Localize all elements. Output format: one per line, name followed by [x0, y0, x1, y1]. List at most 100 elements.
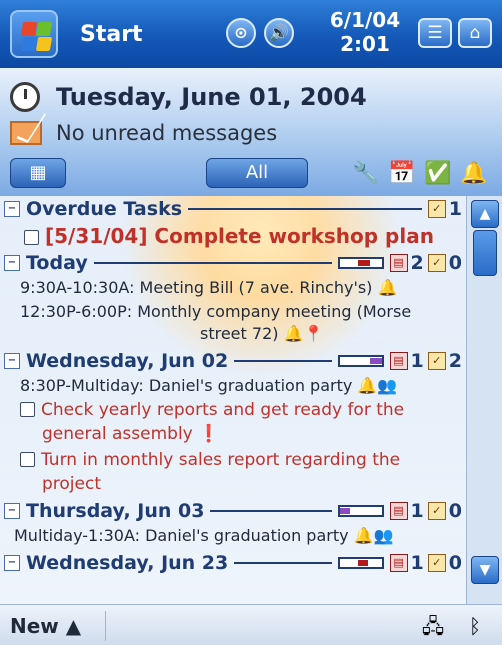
task-icon: ✓	[427, 200, 446, 218]
group-title: Wednesday, Jun 23	[26, 552, 229, 574]
attendees-icon: 👥	[373, 526, 394, 545]
group-title: Wednesday, Jun 02	[26, 350, 229, 372]
appointment-text: 8:30P-Multiday: Daniel's graduation part…	[20, 376, 353, 395]
task-text: Check yearly reports and get ready for t…	[41, 400, 405, 420]
task-icon: ✓	[427, 554, 446, 572]
task-count: 2	[448, 350, 462, 372]
list-view-icon[interactable]: ☰	[418, 18, 452, 48]
date-row[interactable]: Tuesday, June 01, 2004	[10, 80, 367, 114]
scroll-thumb[interactable]	[473, 230, 497, 276]
group-overdue-tasks[interactable]: − Overdue Tasks ✓ 1	[0, 198, 466, 220]
collapse-icon[interactable]: −	[4, 555, 20, 571]
messages-row[interactable]: No unread messages	[10, 116, 277, 150]
connectivity-icon[interactable]: ⊙	[226, 18, 256, 48]
task-text: project	[42, 474, 102, 494]
busy-bar	[337, 505, 384, 517]
appointment-item[interactable]: Multiday-1:30A: Daniel's graduation part…	[0, 526, 466, 545]
busy-bar	[337, 355, 384, 367]
appointment-item[interactable]: 8:30P-Multiday: Daniel's graduation part…	[0, 376, 466, 395]
busy-bar	[337, 257, 384, 269]
task-count: 1	[448, 198, 462, 220]
overdue-task-item[interactable]: [5/31/04] Complete workshop plan	[0, 224, 466, 248]
appointment-item[interactable]: 9:30A-10:30A: Meeting Bill (7 ave. Rinch…	[0, 278, 466, 297]
volume-icon[interactable]: 🔊	[264, 18, 294, 48]
group-title: Overdue Tasks	[26, 198, 183, 220]
task-text: Turn in monthly sales report regarding t…	[41, 450, 401, 470]
appointment-item-continuation[interactable]: street 72) 🔔📍	[0, 324, 466, 343]
collapse-icon[interactable]: −	[4, 503, 20, 519]
priority-icon: ❗	[198, 424, 220, 444]
task-checkbox[interactable]	[20, 452, 35, 467]
sync-icon[interactable]: 🖧	[418, 611, 448, 641]
bluetooth-icon[interactable]: ᛒ	[460, 611, 490, 641]
task-icon: ✓	[427, 502, 446, 520]
bell-icon[interactable]: 🔔	[460, 160, 488, 188]
menu-up-arrow-icon: ▲	[65, 614, 82, 638]
wrench-icon[interactable]: 🔧	[352, 160, 380, 188]
task-count: 0	[448, 552, 462, 574]
filter-button[interactable]: All	[206, 158, 308, 188]
new-menu-button[interactable]: New ▲	[6, 611, 106, 641]
scroll-up-button[interactable]: ▲	[471, 200, 499, 228]
appointment-text: Multiday-1:30A: Daniel's graduation part…	[14, 526, 349, 545]
messages-status: No unread messages	[56, 121, 278, 145]
task-count: 0	[448, 500, 462, 522]
vertical-scrollbar[interactable]: ▲ ▼	[466, 196, 502, 604]
location-icon: 📍	[303, 324, 324, 343]
task-item-continuation[interactable]: general assembly ❗	[0, 424, 466, 444]
task-count: 0	[448, 252, 462, 274]
group-today[interactable]: − Today ▤ 2 ✓ 0	[0, 252, 466, 274]
appointment-count: 1	[410, 350, 424, 372]
appointment-icon: ▤	[389, 502, 408, 520]
collapse-icon[interactable]: −	[4, 255, 20, 271]
home-icon[interactable]: ⌂	[458, 18, 492, 48]
reminder-bell-icon: 🔔	[357, 376, 378, 395]
bottom-menu-bar: New ▲ 🖧 ᛒ	[0, 604, 502, 645]
appointment-item[interactable]: 12:30P-6:00P: Monthly company meeting (M…	[0, 302, 466, 321]
scroll-down-button[interactable]: ▼	[471, 556, 499, 584]
group-title: Today	[26, 252, 88, 274]
clock-display[interactable]: 6/1/04 2:01	[320, 8, 410, 56]
reminder-bell-icon: 🔔	[353, 526, 374, 545]
windows-start-icon[interactable]	[10, 10, 58, 58]
attendees-icon: 👥	[377, 376, 398, 395]
task-item[interactable]: Turn in monthly sales report regarding t…	[0, 450, 466, 470]
appointment-text: street 72)	[200, 324, 279, 343]
group-thursday-jun-03[interactable]: − Thursday, Jun 03 ▤ 1 ✓ 0	[0, 500, 466, 522]
agenda-list[interactable]: − Overdue Tasks ✓ 1 [5/31/04] Complete w…	[0, 196, 466, 604]
appointment-count: 1	[410, 552, 424, 574]
group-wednesday-jun-02[interactable]: − Wednesday, Jun 02 ▤ 1 ✓ 2	[0, 350, 466, 372]
group-wednesday-jun-23[interactable]: − Wednesday, Jun 23 ▤ 1 ✓ 0	[0, 552, 466, 574]
reminder-bell-icon: 🔔	[377, 278, 398, 297]
task-item[interactable]: Check yearly reports and get ready for t…	[0, 400, 466, 420]
appointment-icon: ▤	[389, 254, 408, 272]
appointment-count: 1	[410, 500, 424, 522]
task-icon: ✓	[427, 254, 446, 272]
clock-icon	[10, 82, 40, 112]
envelope-icon	[10, 121, 42, 145]
calendar-view-button[interactable]: ▦	[10, 158, 66, 188]
group-title: Thursday, Jun 03	[26, 500, 205, 522]
task-icon: ✓	[427, 352, 446, 370]
tasks-icon[interactable]: ✅	[424, 160, 452, 188]
appointment-count: 2	[410, 252, 424, 274]
task-checkbox[interactable]	[20, 402, 35, 417]
reminder-bell-icon: 🔔	[283, 324, 304, 343]
calendar-icon[interactable]: 📅	[388, 160, 416, 188]
appointment-text: 12:30P-6:00P: Monthly company meeting (M…	[20, 302, 412, 321]
agenda-toolbar: ▦ All 🔧 📅 ✅ 🔔	[0, 152, 502, 194]
new-label: New	[10, 614, 59, 638]
today-date: Tuesday, June 01, 2004	[56, 83, 367, 111]
appointment-text: 9:30A-10:30A: Meeting Bill (7 ave. Rinch…	[20, 278, 373, 297]
collapse-icon[interactable]: −	[4, 353, 20, 369]
task-checkbox[interactable]	[24, 230, 39, 245]
task-text: [5/31/04] Complete workshop plan	[45, 224, 434, 248]
busy-bar	[337, 557, 384, 569]
task-text: general assembly	[42, 424, 193, 444]
clock-date: 6/1/04	[329, 8, 401, 32]
collapse-icon[interactable]: −	[4, 201, 20, 217]
appointment-icon: ▤	[389, 554, 408, 572]
task-item-continuation[interactable]: project	[0, 474, 466, 494]
appointment-icon: ▤	[389, 352, 408, 370]
start-menu-label[interactable]: Start	[80, 22, 143, 47]
